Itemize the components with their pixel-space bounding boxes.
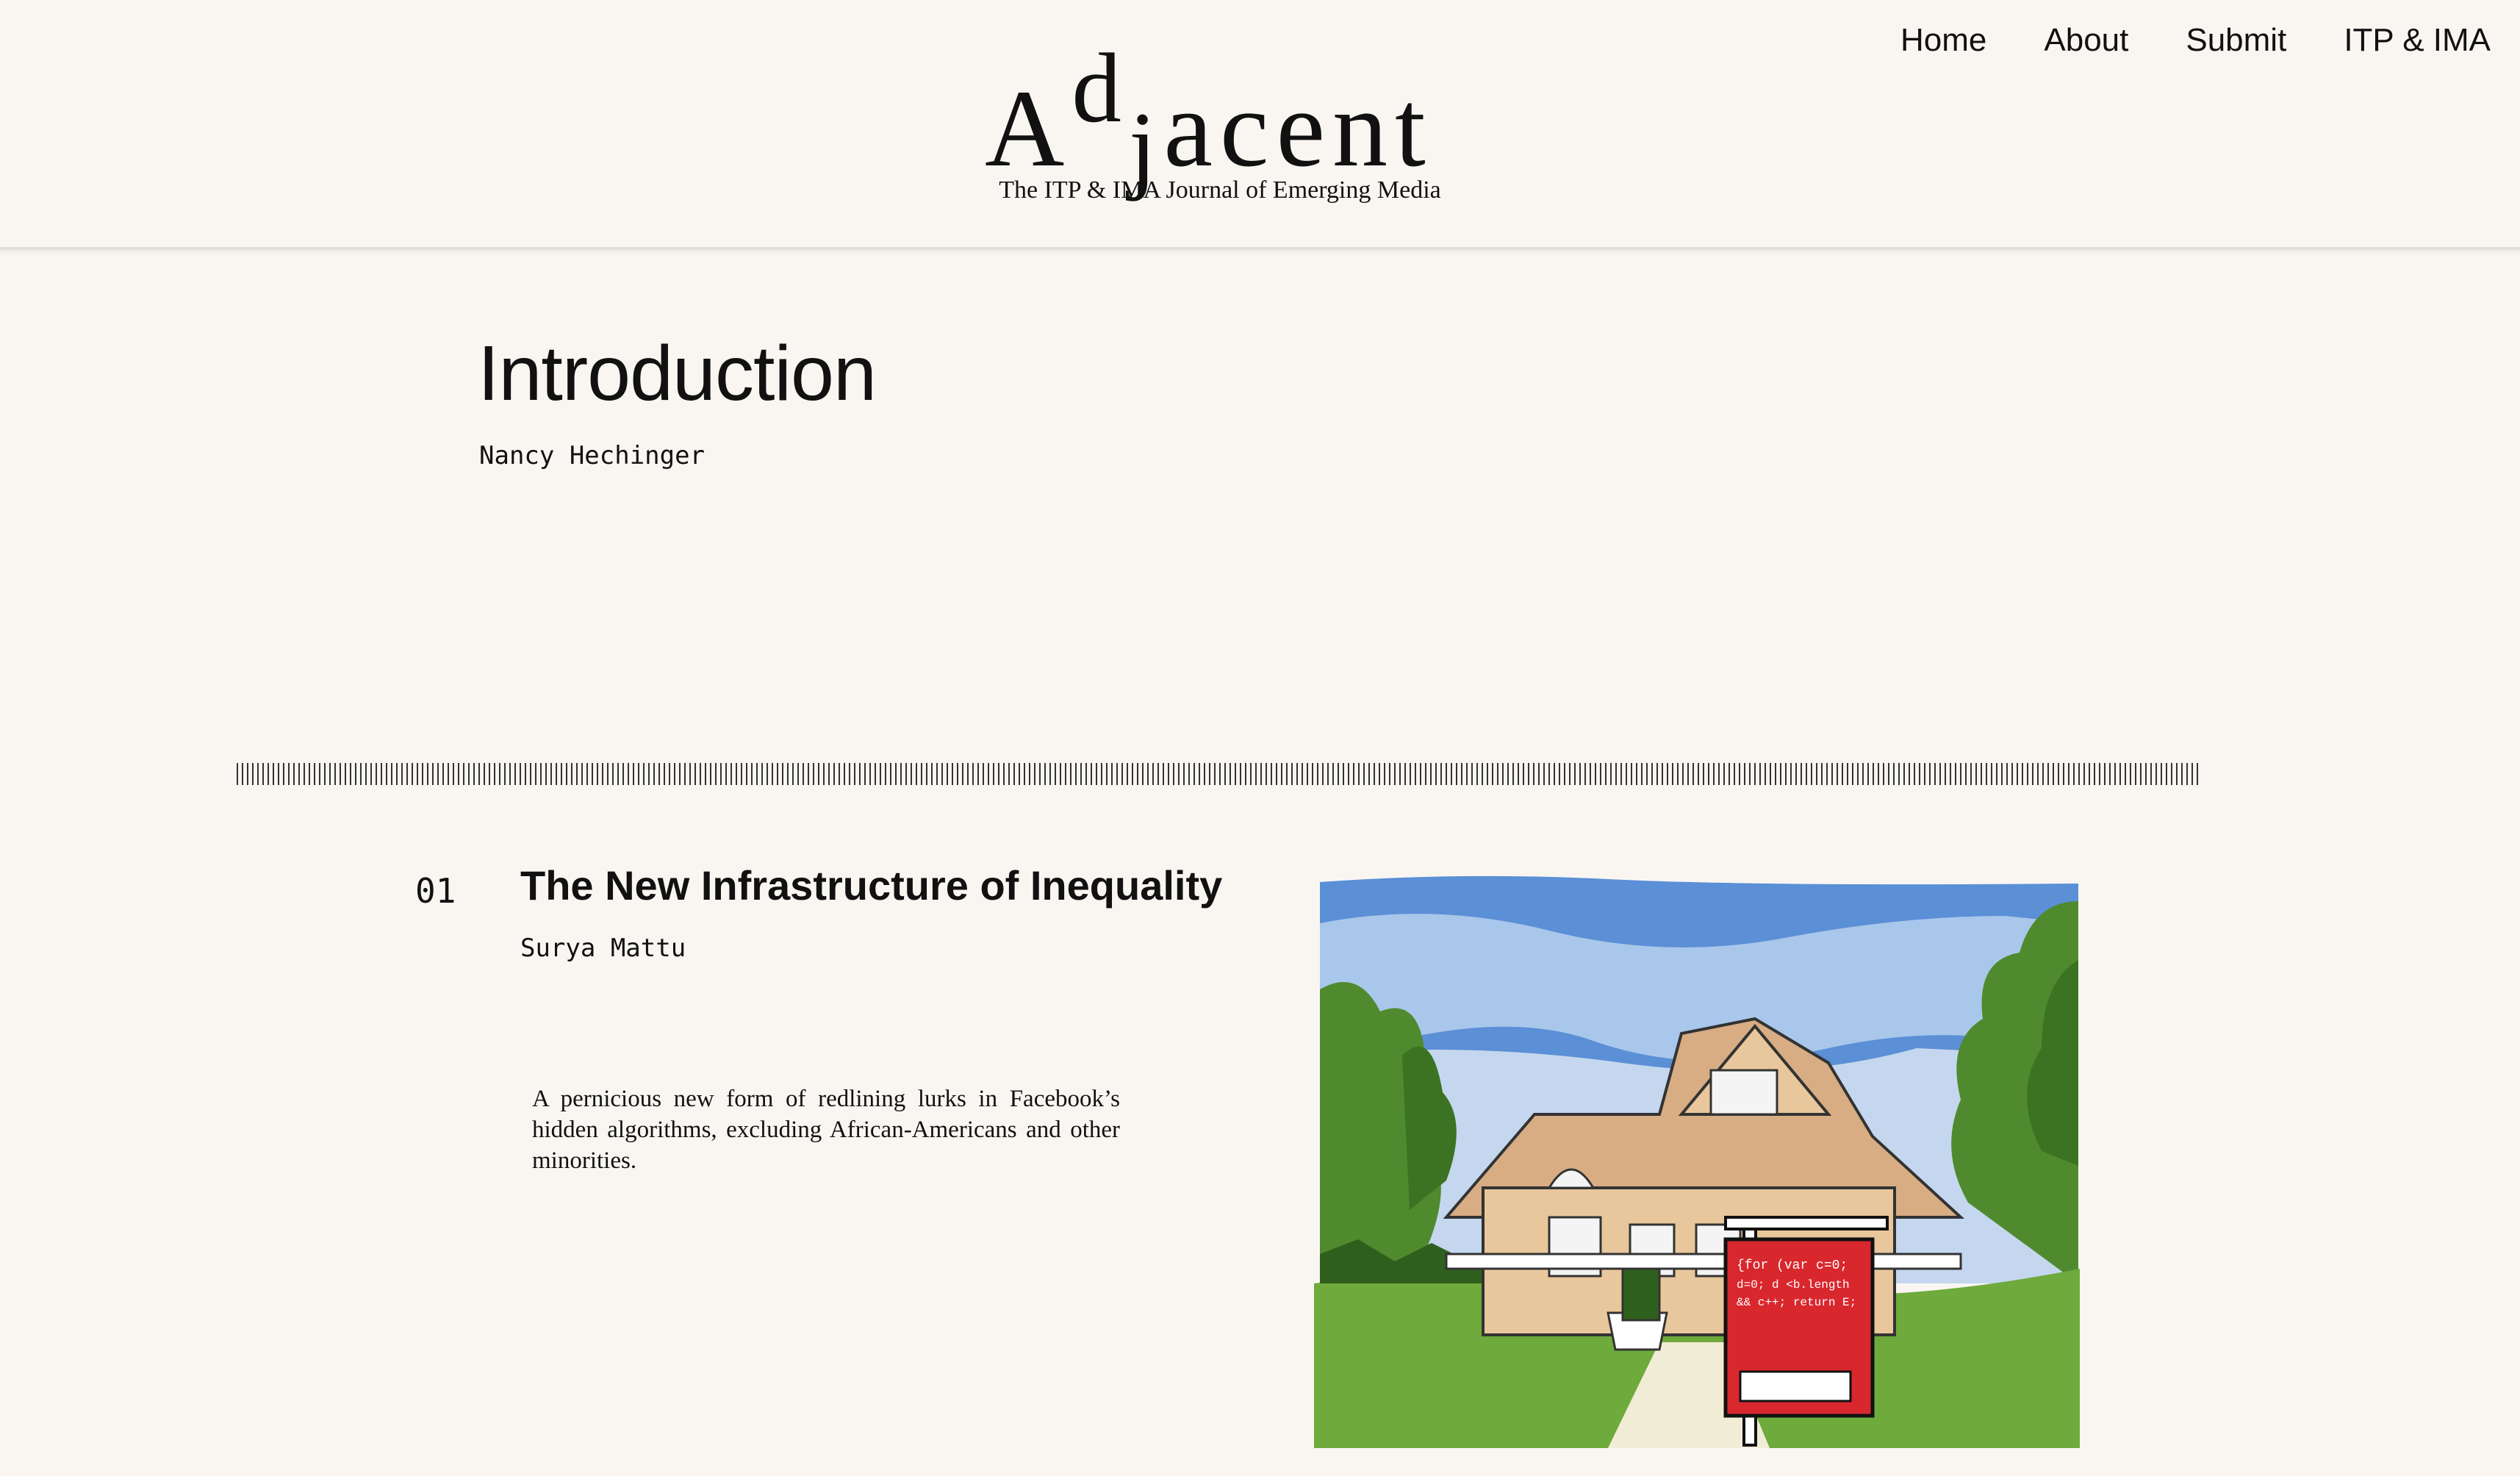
site-logo[interactable]: Adjacent <box>985 29 1433 197</box>
nav-itp-ima-link[interactable]: ITP & IMA <box>2344 22 2491 59</box>
logo-letter: A <box>985 68 1072 190</box>
logo-letter: acent <box>1163 68 1433 190</box>
article-illustration[interactable]: {for (var c=0; d=0; d <b.length && c++; … <box>1314 872 2080 1448</box>
house-illustration: {for (var c=0; d=0; d <b.length && c++; … <box>1314 875 2080 1448</box>
site-header: Adjacent The ITP & IMA Journal of Emergi… <box>0 0 2520 250</box>
intro-author: Nancy Hechinger <box>479 441 706 470</box>
sign-code-line: {for (var c=0; <box>1737 1258 1848 1273</box>
nav-home-link[interactable]: Home <box>1900 22 1986 59</box>
article-summary: A pernicious new form of redlining lurks… <box>532 1086 1120 1174</box>
article-title[interactable]: The New Infrastructure of Inequality <box>520 861 1222 909</box>
section-divider <box>237 763 2199 785</box>
article-author: Surya Mattu <box>520 934 686 963</box>
for-sale-sign: {for (var c=0; d=0; d <b.length && c++; … <box>1723 1216 1889 1447</box>
sign-code-line: && c++; return E; <box>1737 1296 1856 1309</box>
article-number: 01 <box>415 871 456 911</box>
main-nav: Home About Submit ITP & IMA <box>1900 22 2491 59</box>
sign-code-line: d=0; d <b.length <box>1737 1278 1850 1292</box>
nav-about-link[interactable]: About <box>2044 22 2128 59</box>
logo-letter: d <box>1071 34 1129 143</box>
intro-title[interactable]: Introduction <box>478 329 877 418</box>
nav-submit-link[interactable]: Submit <box>2186 22 2286 59</box>
site-tagline: The ITP & IMA Journal of Emerging Media <box>999 176 1441 204</box>
